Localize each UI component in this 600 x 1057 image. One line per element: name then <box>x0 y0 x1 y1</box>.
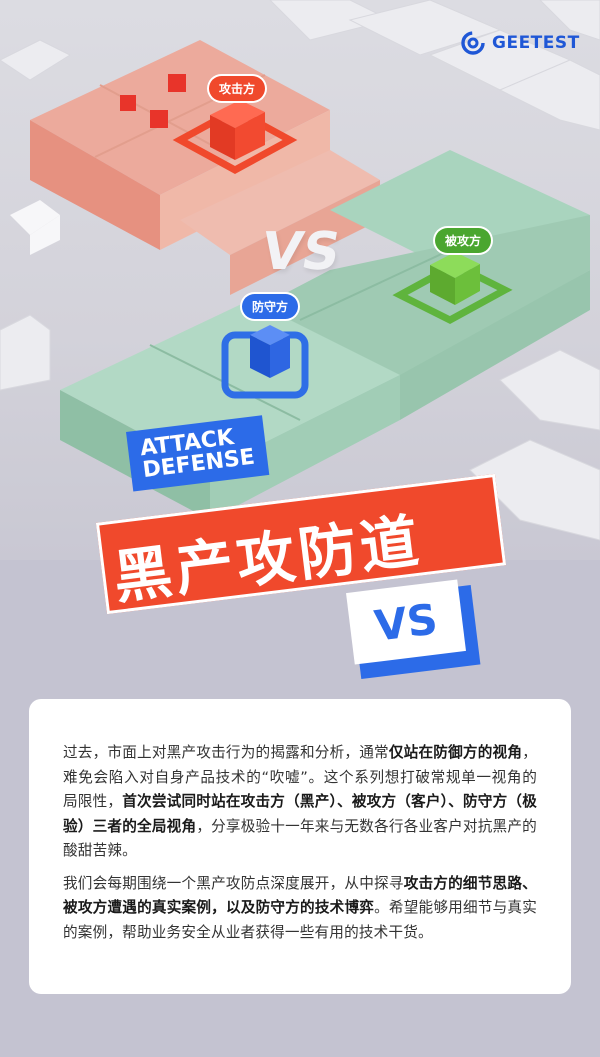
vs-badge: VS <box>346 579 466 665</box>
intro-card: 过去，市面上对黑产攻击行为的揭露和分析，通常仅站在防御方的视角，难免会陷入对自身… <box>29 699 571 994</box>
hero-illustration: GEETEST 攻击方 被攻方 防守方 VS <box>0 0 600 560</box>
body-text: 我们会每期围绕一个黑产攻防点深度展开，从中探寻 <box>63 874 404 892</box>
brand-logo: GEETEST <box>460 30 580 56</box>
body-text: 过去，市面上对黑产攻击行为的揭露和分析，通常 <box>63 744 389 761</box>
intro-paragraph-1: 过去，市面上对黑产攻击行为的揭露和分析，通常仅站在防御方的视角，难免会陷入对自身… <box>63 741 537 864</box>
defender-tag: 防守方 <box>242 294 299 319</box>
victim-tag: 被攻方 <box>435 228 492 253</box>
scene-vs-text: VS <box>256 222 345 282</box>
brand-name: GEETEST <box>492 33 580 53</box>
highlight-text: 仅站在防御方的视角 <box>388 744 523 761</box>
attacker-tag: 攻击方 <box>209 76 266 101</box>
intro-paragraph-2: 我们会每期围绕一个黑产攻防点深度展开，从中探寻攻击方的细节思路、被攻方遭遇的真实… <box>63 872 537 946</box>
geetest-logo-icon <box>461 31 485 55</box>
